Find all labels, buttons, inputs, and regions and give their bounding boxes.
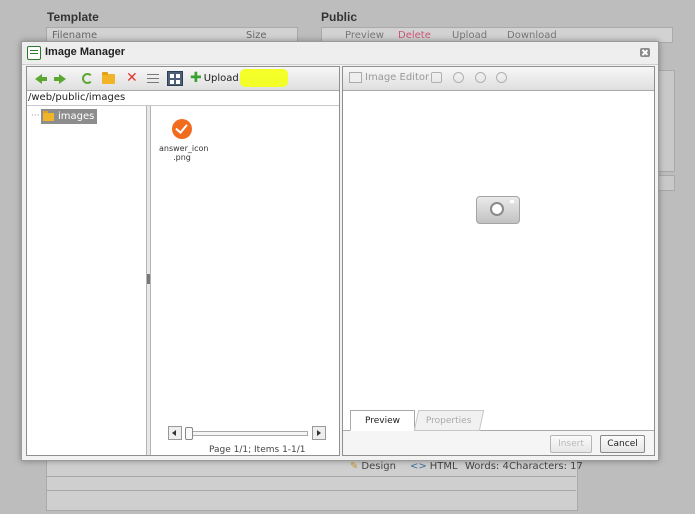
image-editor-icon bbox=[349, 72, 362, 83]
fit-size-icon[interactable] bbox=[431, 72, 442, 83]
cancel-button[interactable]: Cancel bbox=[600, 435, 645, 453]
dialog-title: Image Manager bbox=[45, 46, 126, 58]
preview-tabs: Preview Properties bbox=[343, 408, 654, 431]
pencil-icon: ✎ bbox=[350, 461, 359, 472]
pagination-info: Page 1/1; Items 1-1/1 bbox=[209, 445, 306, 455]
image-editor-button[interactable]: Image Editor bbox=[349, 72, 429, 83]
bg-upload-button: Upload bbox=[452, 30, 488, 41]
plus-icon: ✚ bbox=[190, 70, 202, 86]
new-folder-button[interactable] bbox=[102, 71, 115, 86]
forward-button[interactable] bbox=[54, 71, 66, 86]
refresh-icon bbox=[82, 73, 93, 84]
insert-button[interactable]: Insert bbox=[550, 435, 592, 453]
upload-label: Upload bbox=[203, 73, 239, 84]
back-button[interactable] bbox=[35, 71, 47, 86]
camera-placeholder-icon bbox=[476, 196, 520, 224]
delete-button[interactable]: ✕ bbox=[126, 71, 138, 86]
design-mode-button: ✎ Design bbox=[350, 461, 396, 472]
bg-small-button bbox=[657, 175, 675, 191]
list-view-button[interactable] bbox=[147, 71, 159, 86]
zoom-in-icon[interactable] bbox=[475, 72, 486, 83]
bg-preview-button: Preview bbox=[345, 30, 384, 41]
highlight-marker bbox=[240, 69, 288, 87]
file-browser-pane: ✕ ✚ Upload /web/public/images ··· images bbox=[26, 66, 340, 456]
bg-scrollbar bbox=[657, 70, 675, 172]
refresh-button[interactable] bbox=[82, 71, 93, 86]
folder-tree: ··· images bbox=[27, 106, 147, 455]
tree-item-images[interactable]: ··· images bbox=[31, 109, 98, 124]
file-browser-toolbar: ✕ ✚ Upload bbox=[27, 67, 339, 91]
template-heading: Template bbox=[47, 10, 99, 24]
check-circle-icon bbox=[172, 119, 192, 139]
slider-thumb[interactable] bbox=[185, 427, 193, 440]
arrow-left-icon bbox=[35, 73, 47, 84]
upload-button[interactable]: ✚ Upload bbox=[190, 71, 239, 86]
delete-x-icon: ✕ bbox=[126, 70, 138, 86]
folder-icon bbox=[102, 71, 115, 84]
slider-increase-button[interactable] bbox=[312, 426, 326, 440]
character-count: Characters: 17 bbox=[509, 461, 583, 472]
word-count: Words: 4 bbox=[465, 461, 509, 472]
tree-item-label: images bbox=[58, 111, 95, 122]
tab-properties[interactable]: Properties bbox=[413, 410, 485, 431]
html-label: HTML bbox=[429, 461, 458, 472]
slider-decrease-button[interactable] bbox=[168, 426, 182, 440]
thumbnail-size-slider[interactable] bbox=[168, 426, 328, 440]
filename-column-header: Filename bbox=[52, 30, 98, 41]
bg-download-button: Download bbox=[507, 30, 557, 41]
file-item[interactable]: answer_icon .png bbox=[159, 119, 209, 162]
bg-delete-button: Delete bbox=[398, 30, 431, 41]
tree-connector: ··· bbox=[31, 111, 40, 121]
dialog-titlebar[interactable]: Image Manager bbox=[22, 42, 658, 65]
image-manager-dialog: Image Manager ✕ ✚ Upload /web/public/ima… bbox=[21, 41, 659, 461]
close-icon[interactable] bbox=[640, 48, 650, 57]
public-heading: Public bbox=[321, 10, 358, 24]
html-mode-button: <> HTML bbox=[410, 461, 458, 472]
design-label: Design bbox=[361, 461, 396, 472]
image-editor-label: Image Editor bbox=[365, 72, 430, 83]
file-list: answer_icon .png Page 1/1; Items 1-1/1 bbox=[151, 106, 339, 455]
tab-preview[interactable]: Preview bbox=[350, 410, 415, 431]
list-icon bbox=[147, 73, 159, 84]
zoom-out-icon[interactable] bbox=[496, 72, 507, 83]
folder-icon bbox=[43, 110, 54, 121]
size-column-header: Size bbox=[246, 30, 267, 41]
thumbnail-view-button[interactable] bbox=[167, 70, 183, 87]
arrow-right-icon bbox=[54, 73, 66, 84]
image-manager-icon bbox=[27, 46, 41, 60]
code-icon: <> bbox=[410, 461, 427, 472]
thumbnails-icon bbox=[167, 71, 183, 86]
preview-toolbar: Image Editor bbox=[343, 67, 654, 91]
slider-track[interactable] bbox=[186, 431, 308, 436]
tab-properties-label: Properties bbox=[426, 415, 472, 426]
file-name: answer_icon .png bbox=[159, 144, 209, 162]
splitter-grip[interactable] bbox=[147, 274, 150, 284]
dialog-footer: Insert Cancel bbox=[343, 431, 654, 455]
original-size-icon[interactable] bbox=[453, 72, 464, 83]
current-path: /web/public/images bbox=[28, 92, 126, 103]
preview-pane: Image Editor Preview Properties Insert C… bbox=[342, 66, 655, 456]
